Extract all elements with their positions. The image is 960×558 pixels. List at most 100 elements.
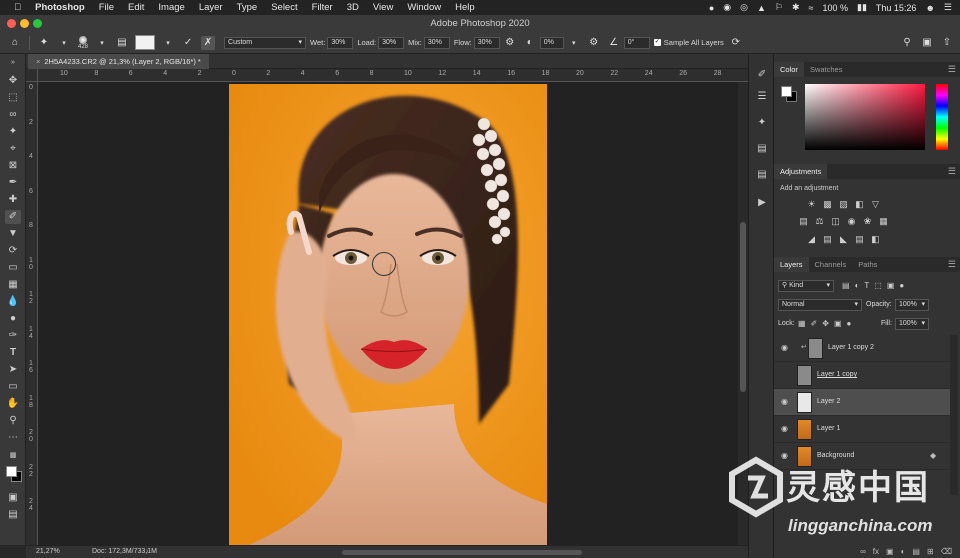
marquee-tool-icon[interactable]: ⬚: [5, 91, 21, 105]
layers-scrollbar[interactable]: [950, 335, 958, 495]
character-panel-icon[interactable]: ▤: [754, 142, 770, 156]
menu-view[interactable]: View: [373, 2, 393, 13]
chevron-down-icon[interactable]: ▾: [57, 36, 71, 50]
levels-icon[interactable]: ▩: [822, 199, 833, 209]
path-selection-tool-icon[interactable]: ➤: [5, 363, 21, 377]
scrollbar-thumb[interactable]: [740, 222, 746, 392]
quick-selection-tool-icon[interactable]: ✦: [5, 125, 21, 139]
tool-presets-panel-icon[interactable]: ✦: [754, 116, 770, 130]
lock-image-icon[interactable]: ✐: [811, 319, 818, 328]
type-tool-icon[interactable]: T: [5, 346, 21, 360]
foreground-color-swatch[interactable]: [6, 466, 17, 477]
load-brush-icon[interactable]: ✓: [181, 36, 195, 50]
ruler-origin[interactable]: [26, 69, 38, 82]
filter-toggle-icon[interactable]: ●: [899, 281, 904, 290]
hue-saturation-icon[interactable]: ▤: [798, 216, 809, 226]
menu-layer[interactable]: Layer: [199, 2, 223, 13]
menu-app-photoshop[interactable]: Photoshop: [35, 2, 85, 13]
channel-mixer-icon[interactable]: ❀: [862, 216, 873, 226]
close-icon[interactable]: ×: [36, 57, 40, 66]
posterize-icon[interactable]: ▤: [822, 234, 833, 244]
brightness-contrast-icon[interactable]: ☀: [806, 199, 817, 209]
add-mask-icon[interactable]: ▣: [886, 547, 894, 556]
angle-icon[interactable]: ∠: [607, 36, 621, 50]
fill-input[interactable]: 100% ▾: [895, 318, 929, 330]
creative-cloud-icon[interactable]: ◎: [740, 2, 748, 13]
layer-name[interactable]: Layer 1: [817, 425, 840, 432]
black-white-icon[interactable]: ◫: [830, 216, 841, 226]
wifi-icon[interactable]: ≈: [809, 3, 814, 13]
lock-position-icon[interactable]: ✥: [822, 319, 829, 328]
shield-icon[interactable]: ▲: [757, 3, 766, 13]
menu-file[interactable]: File: [99, 2, 114, 13]
workspace-icon[interactable]: ▣: [920, 36, 934, 50]
default-colors-icon[interactable]: ▩: [5, 449, 21, 463]
eye-icon[interactable]: ◉: [781, 425, 789, 433]
layer-row[interactable]: Layer 1 copy: [774, 362, 950, 389]
brush-settings-panel-icon[interactable]: ✐: [754, 68, 770, 82]
curves-icon[interactable]: ▧: [838, 199, 849, 209]
eyedropper-tool-icon[interactable]: ✒: [5, 176, 21, 190]
layer-filter-kind-select[interactable]: ⚲ Kind ▾: [778, 280, 834, 292]
tab-layers[interactable]: Layers: [774, 257, 809, 272]
screen-mode-icon[interactable]: ▤: [5, 508, 21, 522]
invert-icon[interactable]: ◢: [806, 234, 817, 244]
smoothing-icon[interactable]: ◐: [523, 36, 537, 50]
brush-settings-icon[interactable]: ▤: [115, 36, 129, 50]
trash-icon[interactable]: ⌫: [941, 547, 952, 556]
blending-combination-select[interactable]: Custom ▾: [224, 36, 307, 49]
smoothing-input[interactable]: 0%: [539, 36, 564, 49]
eye-icon[interactable]: ◉: [781, 344, 789, 352]
brush-size-picker[interactable]: 428: [78, 35, 88, 50]
rectangle-tool-icon[interactable]: ▭: [5, 380, 21, 394]
tab-paths[interactable]: Paths: [852, 257, 883, 272]
play-actions-icon[interactable]: ▶: [754, 196, 770, 210]
pressure-icon[interactable]: ⟳: [729, 36, 743, 50]
layer-name[interactable]: Layer 2: [817, 398, 840, 405]
blur-tool-icon[interactable]: 💧: [5, 295, 21, 309]
layer-name[interactable]: Layer 1 copy 2: [828, 344, 874, 351]
filter-adjustment-icon[interactable]: ◐: [855, 281, 860, 290]
wet-input[interactable]: 30%: [327, 36, 354, 49]
move-tool-icon[interactable]: ✥: [5, 74, 21, 88]
panel-menu-icon[interactable]: ☰: [948, 259, 956, 270]
more-tools-icon[interactable]: ⋯: [5, 431, 21, 445]
zoom-tool-icon[interactable]: ⚲: [5, 414, 21, 428]
pen-tool-icon[interactable]: ✑: [5, 329, 21, 343]
status-icon[interactable]: ◉: [723, 2, 731, 13]
close-window-button[interactable]: [7, 19, 16, 28]
mixer-brush-preset-icon[interactable]: ✦: [37, 36, 51, 50]
angle-input[interactable]: 0°: [623, 36, 650, 49]
frame-tool-icon[interactable]: ⊠: [5, 159, 21, 173]
menu-filter[interactable]: Filter: [312, 2, 333, 13]
lock-all-icon[interactable]: ●: [847, 319, 852, 328]
layer-row[interactable]: ◉ Layer 1: [774, 416, 950, 443]
paragraph-panel-icon[interactable]: ▤: [754, 168, 770, 182]
gear-icon[interactable]: ⚙: [587, 36, 601, 50]
vibrance-icon[interactable]: ▽: [870, 199, 881, 209]
chevron-down-icon[interactable]: ▾: [161, 36, 175, 50]
bluetooth-icon[interactable]: ✱: [792, 2, 800, 13]
tab-color[interactable]: Color: [774, 62, 804, 77]
fx-icon[interactable]: fx: [873, 547, 879, 556]
home-icon[interactable]: ⌂: [8, 36, 22, 50]
lock-transparent-icon[interactable]: ▦: [798, 319, 806, 328]
menu-window[interactable]: Window: [407, 2, 441, 13]
record-icon[interactable]: ●: [709, 3, 714, 13]
zoom-level[interactable]: 21,27%: [36, 548, 60, 555]
clock[interactable]: Thu 15:26: [876, 3, 917, 13]
menu-type[interactable]: Type: [237, 2, 258, 13]
quick-mask-icon[interactable]: ▣: [5, 491, 21, 505]
layer-row[interactable]: ◉ ↵ Layer 1 copy 2: [774, 335, 950, 362]
healing-brush-tool-icon[interactable]: ✚: [5, 193, 21, 207]
apple-icon[interactable]: : [14, 2, 21, 13]
menu-edit[interactable]: Edit: [128, 2, 144, 13]
canvas-area[interactable]: [38, 82, 738, 545]
color-lookup-icon[interactable]: ▦: [878, 216, 889, 226]
filter-type-icon[interactable]: T: [864, 281, 869, 290]
menu-image[interactable]: Image: [158, 2, 184, 13]
panel-menu-icon[interactable]: ☰: [948, 64, 956, 75]
color-balance-icon[interactable]: ⚖: [814, 216, 825, 226]
status-menu-chevron-icon[interactable]: ›: [146, 548, 148, 555]
user-avatar-icon[interactable]: ☻: [925, 3, 934, 13]
